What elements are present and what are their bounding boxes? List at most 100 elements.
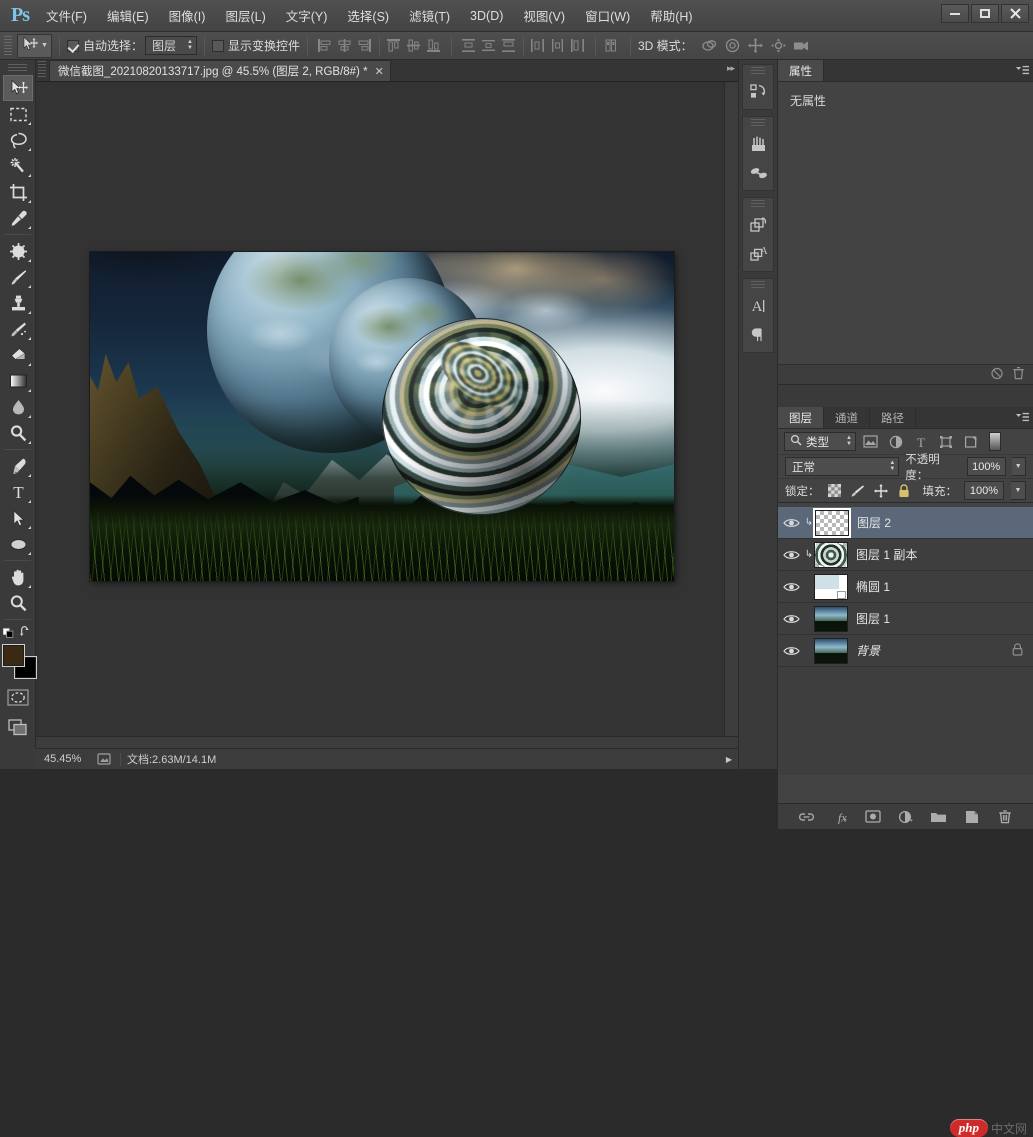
new-group-icon[interactable]	[930, 808, 948, 826]
tab-channels[interactable]: 通道	[824, 407, 870, 428]
lock-position-icon[interactable]	[873, 483, 889, 499]
tool-preset-picker[interactable]: ▼	[17, 33, 52, 58]
auto-select-checkbox-group[interactable]: 自动选择：	[66, 37, 143, 54]
rail-grip[interactable]	[751, 200, 765, 208]
status-expand-icon[interactable]: ▶	[720, 755, 738, 764]
filter-type-icon[interactable]: T	[910, 432, 931, 451]
table-row[interactable]: 背景	[778, 635, 1033, 667]
blur-tool[interactable]	[3, 394, 33, 420]
spinner-icon[interactable]: ▲ ▼	[187, 39, 193, 51]
delete-adjustment-icon[interactable]	[990, 367, 1004, 383]
lock-transparency-icon[interactable]	[827, 483, 843, 499]
dodge-tool[interactable]	[3, 420, 33, 446]
maximize-button[interactable]	[971, 4, 999, 23]
rail-grip[interactable]	[751, 119, 765, 127]
fill-dropdown-icon[interactable]: ▼	[1011, 481, 1026, 500]
clone-source-icon[interactable]	[743, 158, 775, 187]
distribute-vertical-centers-icon[interactable]	[480, 37, 498, 55]
align-bottom-edges-icon[interactable]	[425, 37, 443, 55]
document-tab[interactable]: 微信截图_20210820133717.jpg @ 45.5% (图层 2, R…	[49, 60, 391, 81]
character-styles-icon[interactable]: A	[743, 239, 775, 268]
table-row[interactable]: 椭圆 1	[778, 571, 1033, 603]
path-selection-tool[interactable]	[3, 505, 33, 531]
orbit-3d-icon[interactable]	[700, 37, 720, 55]
layer-visibility-icon[interactable]	[778, 539, 804, 571]
preview-box-icon[interactable]	[94, 753, 114, 765]
new-adjustment-layer-icon[interactable]	[897, 808, 915, 826]
layer-name[interactable]: 图层 1 副本	[856, 546, 917, 563]
distribute-top-edges-icon[interactable]	[460, 37, 478, 55]
layer-thumbnail[interactable]	[814, 637, 848, 664]
show-transform-checkbox-group[interactable]: 显示变换控件	[211, 37, 300, 54]
distribute-bottom-edges-icon[interactable]	[500, 37, 518, 55]
slide-3d-icon[interactable]	[769, 37, 789, 55]
menu-view[interactable]: 视图(V)	[513, 2, 575, 29]
twirl-sphere[interactable]	[382, 317, 581, 516]
align-left-edges-icon[interactable]	[316, 37, 334, 55]
default-colors-icon[interactable]	[3, 625, 16, 639]
layer-visibility-icon[interactable]	[778, 571, 804, 603]
artboard-image[interactable]	[90, 252, 674, 581]
layer-name[interactable]: 背景	[856, 642, 880, 659]
menu-select[interactable]: 选择(S)	[337, 2, 399, 29]
align-horizontal-centers-icon[interactable]	[336, 37, 354, 55]
minimize-button[interactable]	[941, 4, 969, 23]
layer-visibility-icon[interactable]	[778, 507, 804, 539]
auto-align-layers-icon[interactable]	[604, 37, 622, 55]
trash-icon[interactable]	[1012, 366, 1025, 383]
menu-layer[interactable]: 图层(L)	[215, 2, 275, 29]
filter-shape-icon[interactable]	[935, 432, 956, 451]
layer-name[interactable]: 图层 2	[857, 514, 891, 531]
history-panel-icon[interactable]	[743, 77, 775, 106]
menu-3d[interactable]: 3D(D)	[460, 5, 513, 27]
rail-grip[interactable]	[751, 67, 765, 75]
options-bar-grip[interactable]	[4, 35, 12, 56]
filter-pixel-icon[interactable]	[860, 432, 881, 451]
tab-paths[interactable]: 路径	[870, 407, 916, 428]
new-layer-icon[interactable]	[963, 808, 981, 826]
layer-thumbnail[interactable]	[814, 573, 848, 600]
tools-panel-grip[interactable]	[8, 64, 27, 73]
close-icon[interactable]: ✕	[375, 65, 384, 78]
hand-tool[interactable]	[3, 564, 33, 590]
link-layers-icon[interactable]	[798, 808, 816, 826]
blend-mode-dropdown[interactable]: 正常 ▲ ▼	[785, 457, 900, 476]
menu-image[interactable]: 图像(I)	[159, 2, 216, 29]
character-panel-icon[interactable]: A	[743, 291, 775, 320]
distribute-horizontal-centers-icon[interactable]	[549, 37, 567, 55]
menu-type[interactable]: 文字(Y)	[276, 2, 338, 29]
menu-edit[interactable]: 编辑(E)	[97, 2, 159, 29]
swap-colors-icon[interactable]	[19, 625, 32, 639]
table-row[interactable]: ↳ 图层 2	[778, 507, 1033, 539]
layer-visibility-icon[interactable]	[778, 603, 804, 635]
fill-value[interactable]: 100%	[964, 481, 1004, 500]
menu-filter[interactable]: 滤镜(T)	[399, 2, 460, 29]
roll-3d-icon[interactable]	[723, 37, 743, 55]
ellipse-tool[interactable]	[3, 531, 33, 557]
opacity-value[interactable]: 100%	[966, 457, 1006, 476]
add-layer-mask-icon[interactable]	[864, 808, 882, 826]
paragraph-panel-icon[interactable]	[743, 320, 775, 349]
layer-thumbnail[interactable]	[814, 605, 848, 632]
lasso-tool[interactable]	[3, 127, 33, 153]
zoom-level[interactable]: 45.45%	[36, 753, 94, 765]
align-right-edges-icon[interactable]	[356, 37, 374, 55]
delete-layer-icon[interactable]	[996, 808, 1014, 826]
align-top-edges-icon[interactable]	[385, 37, 403, 55]
collapse-panels-icon[interactable]: ▸▸	[727, 63, 735, 74]
opacity-dropdown-icon[interactable]: ▼	[1011, 457, 1027, 476]
crop-tool[interactable]	[3, 179, 33, 205]
clone-stamp-tool[interactable]	[3, 290, 33, 316]
spinner-icon[interactable]: ▲ ▼	[889, 460, 895, 472]
table-row[interactable]: ↳ 图层 1 副本	[778, 539, 1033, 571]
canvas-vertical-scrollbar[interactable]	[724, 82, 738, 736]
pan-3d-icon[interactable]	[746, 37, 766, 55]
layer-filter-kind-dropdown[interactable]: 类型 ▲ ▼	[784, 432, 856, 451]
tab-layers[interactable]: 图层	[778, 407, 824, 428]
layer-name[interactable]: 图层 1	[856, 610, 890, 627]
history-brush-tool[interactable]	[3, 316, 33, 342]
canvas-area[interactable]	[36, 82, 738, 742]
rectangular-marquee-tool[interactable]	[3, 101, 33, 127]
gradient-tool[interactable]	[3, 368, 33, 394]
eyedropper-tool[interactable]	[3, 205, 33, 231]
